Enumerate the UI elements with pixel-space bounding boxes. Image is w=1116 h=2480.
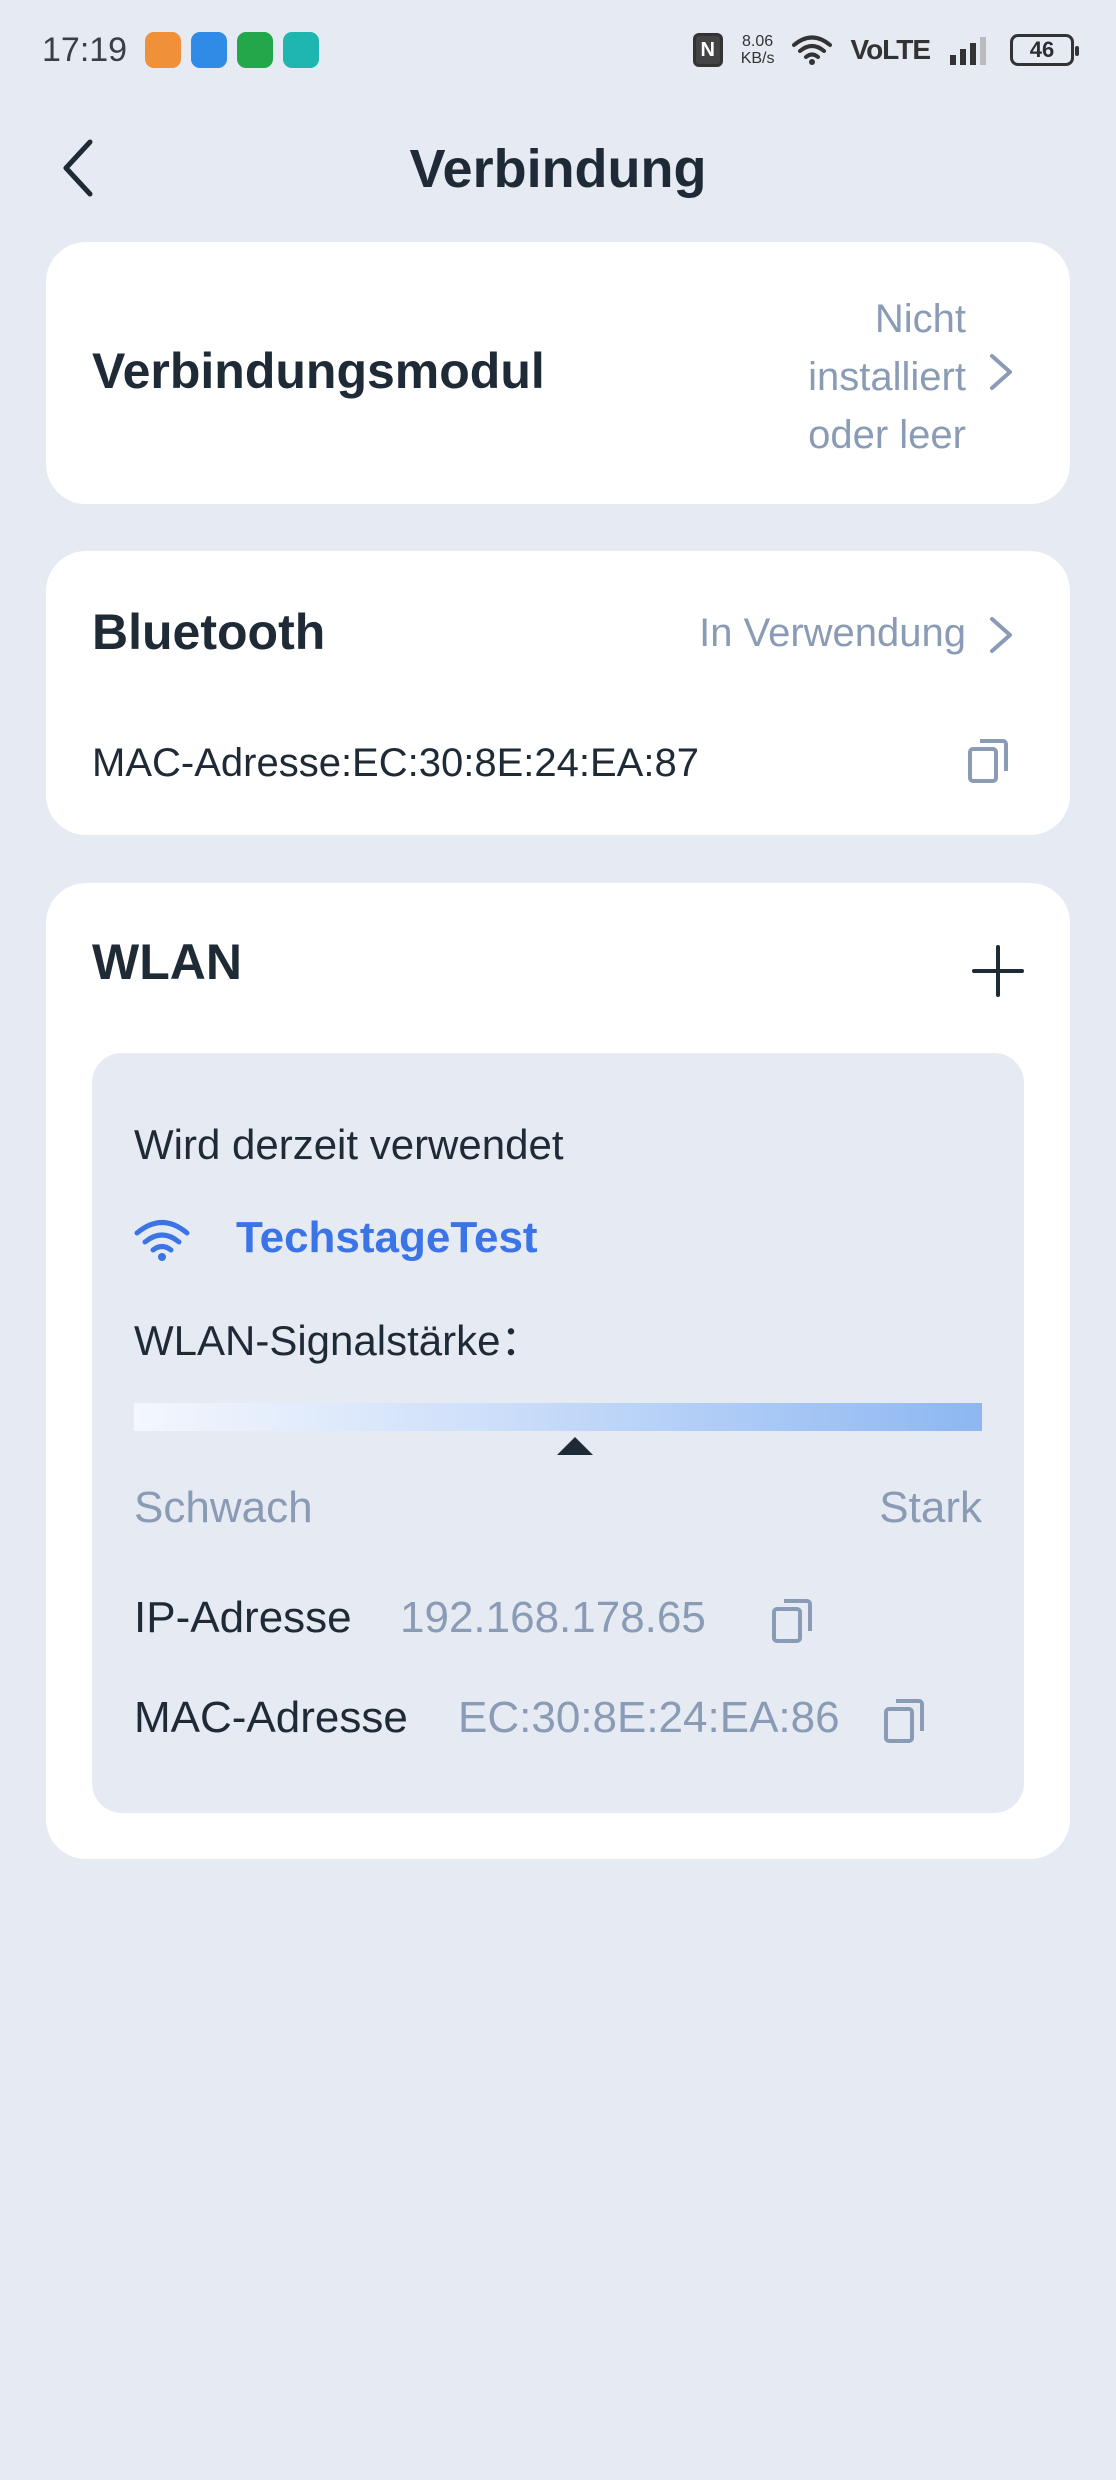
wifi-status-icon <box>792 35 833 65</box>
add-network-button[interactable] <box>970 943 1026 999</box>
nfc-icon: N <box>692 33 723 67</box>
bluetooth-status: In Verwendung <box>699 611 966 655</box>
ip-address-label: IP-Adresse <box>134 1593 352 1642</box>
network-speed-unit: KB/s <box>740 50 775 67</box>
bluetooth-row[interactable]: Bluetooth In Verwendung <box>46 551 1070 701</box>
signal-strength-label: WLAN-Signalstärke： <box>134 1317 543 1364</box>
connection-module-status-line: Nicht <box>874 297 966 341</box>
signal-strength-bar <box>134 1403 982 1431</box>
battery-icon: 46 <box>1010 34 1079 66</box>
wlan-card: WLAN Wird derzeit verwendet TechstageTes… <box>46 883 1070 1859</box>
app-notification-icon <box>145 32 182 68</box>
signal-weak-label: Schwach <box>134 1483 313 1532</box>
status-time: 17:19 <box>42 30 128 69</box>
connection-module-card[interactable]: Verbindungsmodul Nicht installiert oder … <box>46 242 1070 504</box>
header: Verbindung <box>0 120 1116 220</box>
current-network-panel: Wird derzeit verwendet TechstageTest WLA… <box>92 1053 1024 1813</box>
network-speed-value: 8.06 <box>742 33 774 50</box>
connection-module-title: Verbindungsmodul <box>92 343 545 399</box>
status-bar-left: 17:19 <box>42 30 320 70</box>
bluetooth-title: Bluetooth <box>92 604 326 660</box>
wlan-title: WLAN <box>92 934 242 990</box>
status-bar: 17:19 N 8.06 KB/s VoLTE 46 <box>0 0 1116 100</box>
current-network-label: Wird derzeit verwendet <box>134 1121 564 1168</box>
volte-indicator: VoLTE <box>850 34 931 65</box>
wlan-mac-label: MAC-Adresse <box>134 1693 408 1742</box>
copy-icon[interactable] <box>882 1697 926 1745</box>
wifi-icon <box>134 1220 190 1261</box>
network-speed: 8.06 KB/s <box>741 33 775 67</box>
copy-icon[interactable] <box>966 737 1010 785</box>
app-notification-icon <box>237 32 274 68</box>
bluetooth-card: Bluetooth In Verwendung MAC-Adresse:EC:3… <box>46 551 1070 835</box>
signal-strength-marker <box>556 1437 593 1455</box>
network-ssid: TechstageTest <box>236 1213 538 1262</box>
app-notification-icon <box>191 32 228 68</box>
page-title: Verbindung <box>409 139 707 199</box>
copy-icon[interactable] <box>770 1597 814 1645</box>
status-bar-right: N 8.06 KB/s VoLTE 46 <box>692 33 1079 67</box>
bluetooth-mac-address: MAC-Adresse:EC:30:8E:24:EA:87 <box>92 741 699 785</box>
signal-strong-label: Stark <box>879 1483 982 1532</box>
wlan-mac-value: EC:30:8E:24:EA:86 <box>458 1693 840 1742</box>
connection-module-status-line: oder leer <box>808 413 966 457</box>
connection-module-status-line: installiert <box>808 355 966 399</box>
connection-module-status: Nicht installiert oder leer <box>808 290 966 464</box>
ip-address-value: 192.168.178.65 <box>400 1593 706 1642</box>
chevron-right-icon <box>990 617 1012 653</box>
app-notification-icon <box>283 32 320 68</box>
cell-signal-icon <box>950 37 986 65</box>
battery-level: 46 <box>1029 37 1055 62</box>
chevron-right-icon <box>990 354 1012 390</box>
